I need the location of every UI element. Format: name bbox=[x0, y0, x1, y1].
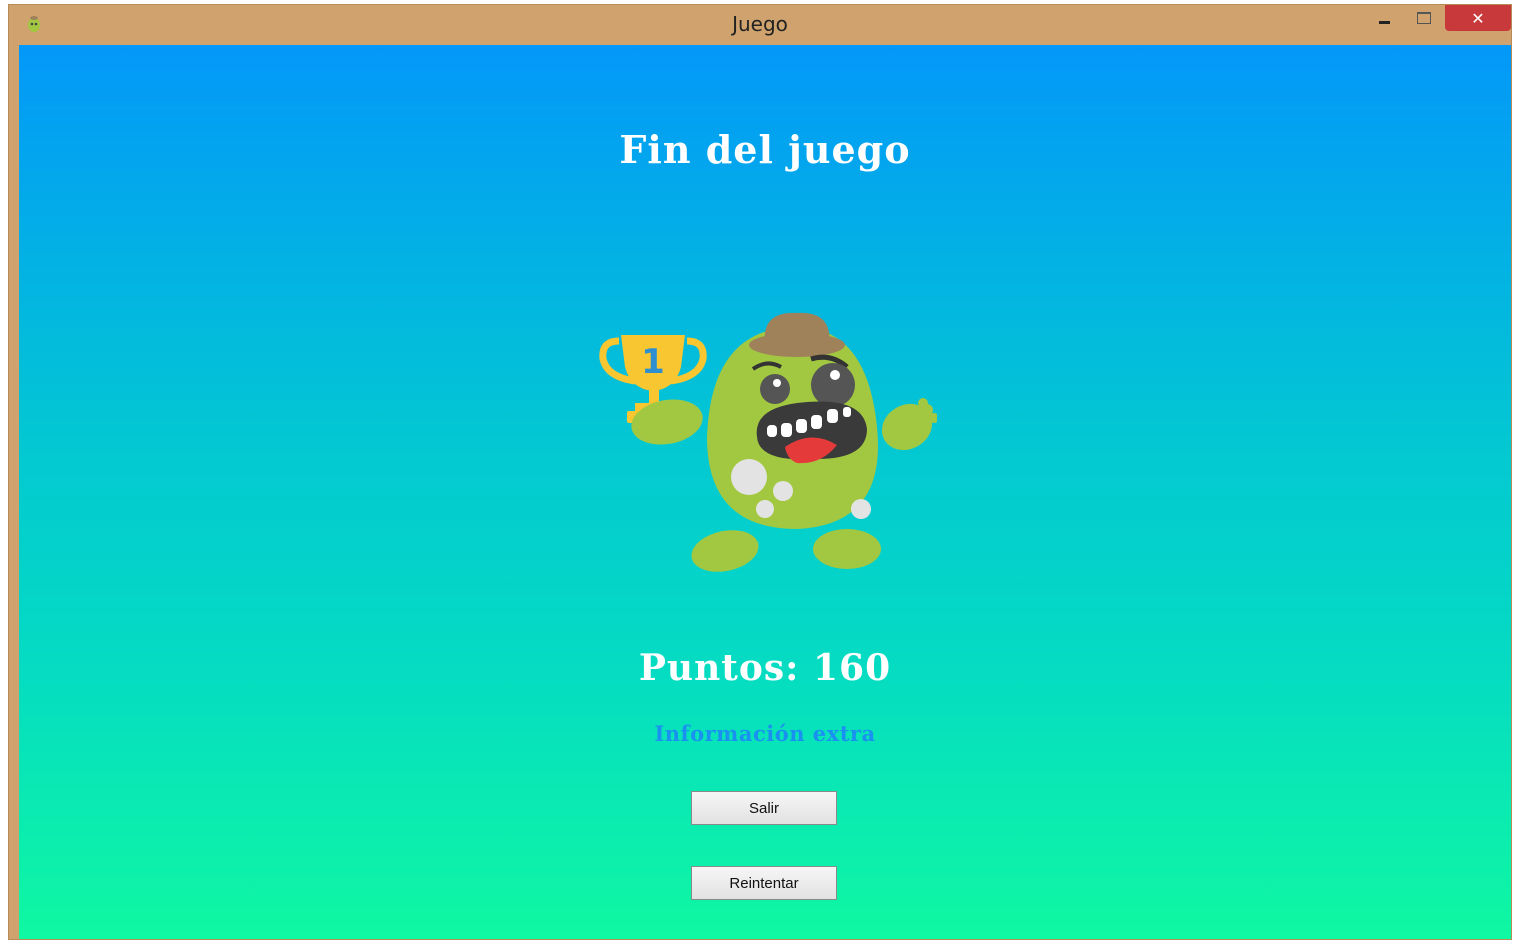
page-title: Fin del juego bbox=[619, 127, 911, 172]
score-text: Puntos: 160 bbox=[638, 647, 892, 689]
exit-button[interactable]: Salir bbox=[691, 791, 837, 825]
retry-button[interactable]: Reintentar bbox=[691, 866, 837, 900]
window-title: Juego bbox=[732, 12, 788, 36]
maximize-button[interactable] bbox=[1407, 5, 1441, 31]
svg-text:1: 1 bbox=[641, 342, 665, 382]
maximize-icon bbox=[1417, 12, 1431, 24]
monster-with-trophy-icon: 1 bbox=[599, 312, 937, 572]
minimize-button[interactable] bbox=[1367, 5, 1401, 31]
extra-info-link[interactable]: Información extra bbox=[19, 721, 1511, 746]
minimize-icon bbox=[1378, 20, 1390, 24]
title-bar[interactable]: Juego ✕ bbox=[9, 5, 1511, 45]
game-window: Juego ✕ Fin del juego 1 Puntos: 160 Info… bbox=[8, 4, 1512, 940]
game-over-panel: Fin del juego 1 Puntos: 160 Información … bbox=[19, 45, 1511, 939]
close-button[interactable]: ✕ bbox=[1445, 5, 1511, 31]
close-icon: ✕ bbox=[1471, 8, 1485, 28]
